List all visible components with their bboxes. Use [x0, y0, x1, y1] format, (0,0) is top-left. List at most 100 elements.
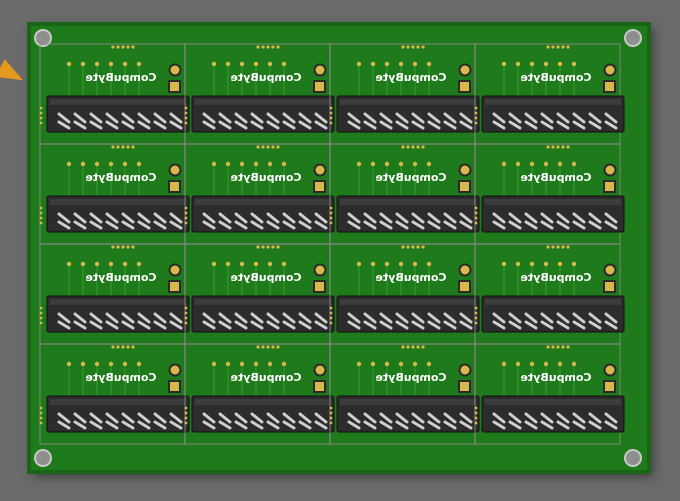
- square-pad: [313, 280, 326, 293]
- pad: [136, 361, 142, 367]
- silkscreen-text: CompuByte: [85, 271, 156, 284]
- via: [121, 245, 125, 249]
- via: [276, 145, 280, 149]
- pad: [281, 161, 287, 167]
- pad: [384, 361, 390, 367]
- via: [116, 45, 120, 49]
- via: [131, 345, 135, 349]
- via: [416, 145, 420, 149]
- silkscreen-text: CompuByte: [375, 271, 446, 284]
- header-top: [195, 399, 331, 405]
- pad: [66, 61, 72, 67]
- pad: [211, 261, 217, 267]
- round-pad: [168, 163, 182, 177]
- pad: [571, 61, 577, 67]
- pad: [356, 161, 362, 167]
- pcb-render-scene: CompuByte CompuByte CompuByte CompuByte Comp…: [0, 0, 680, 501]
- via: [474, 311, 478, 315]
- pad: [267, 361, 273, 367]
- via: [561, 345, 565, 349]
- pad: [239, 161, 245, 167]
- pad: [398, 61, 404, 67]
- via: [184, 221, 188, 225]
- via: [126, 145, 130, 149]
- silkscreen-text: CompuByte: [375, 171, 446, 184]
- via: [184, 111, 188, 115]
- header-top: [50, 199, 186, 205]
- via: [474, 316, 478, 320]
- pad: [412, 161, 418, 167]
- header-top: [50, 299, 186, 305]
- via: [561, 45, 565, 49]
- pad: [543, 261, 549, 267]
- pad: [398, 261, 404, 267]
- round-pad: [168, 263, 182, 277]
- via: [329, 121, 333, 125]
- pad: [253, 61, 259, 67]
- via: [39, 311, 43, 315]
- via: [39, 421, 43, 425]
- via: [329, 306, 333, 310]
- pad: [267, 261, 273, 267]
- pad: [501, 161, 507, 167]
- via: [276, 45, 280, 49]
- round-pad: [603, 263, 617, 277]
- via: [561, 245, 565, 249]
- via: [184, 421, 188, 425]
- pad: [225, 261, 231, 267]
- via: [411, 145, 415, 149]
- via: [39, 216, 43, 220]
- pad: [543, 61, 549, 67]
- silkscreen-text: CompuByte: [520, 271, 591, 284]
- pad: [80, 361, 86, 367]
- pad: [94, 261, 100, 267]
- mounting-hole: [624, 29, 642, 47]
- square-pad: [168, 280, 181, 293]
- via: [401, 145, 405, 149]
- via: [266, 145, 270, 149]
- pad: [370, 61, 376, 67]
- via: [261, 145, 265, 149]
- via: [126, 45, 130, 49]
- pad: [529, 361, 535, 367]
- silkscreen-text: CompuByte: [520, 71, 591, 84]
- pcb-board: CompuByte CompuByte CompuByte CompuByte Comp…: [29, 24, 649, 472]
- pad: [370, 161, 376, 167]
- via: [111, 45, 115, 49]
- pad: [66, 361, 72, 367]
- pad: [384, 261, 390, 267]
- via: [329, 221, 333, 225]
- pad: [356, 261, 362, 267]
- pad: [370, 361, 376, 367]
- header-top: [485, 199, 621, 205]
- via: [329, 211, 333, 215]
- via: [474, 406, 478, 410]
- pad: [515, 361, 521, 367]
- square-pad: [458, 280, 471, 293]
- pad: [398, 361, 404, 367]
- pad: [501, 261, 507, 267]
- header-top: [195, 199, 331, 205]
- via: [556, 345, 560, 349]
- pad: [543, 161, 549, 167]
- pad: [108, 161, 114, 167]
- via: [329, 116, 333, 120]
- via: [329, 421, 333, 425]
- via: [39, 321, 43, 325]
- pad: [267, 61, 273, 67]
- header-top: [195, 299, 331, 305]
- via: [261, 45, 265, 49]
- via: [261, 245, 265, 249]
- pad: [66, 161, 72, 167]
- via: [474, 306, 478, 310]
- via: [474, 216, 478, 220]
- via: [474, 416, 478, 420]
- via: [406, 45, 410, 49]
- via: [39, 316, 43, 320]
- via: [111, 145, 115, 149]
- round-pad: [313, 363, 327, 377]
- square-pad: [458, 80, 471, 93]
- pad: [412, 261, 418, 267]
- via: [551, 245, 555, 249]
- via: [329, 311, 333, 315]
